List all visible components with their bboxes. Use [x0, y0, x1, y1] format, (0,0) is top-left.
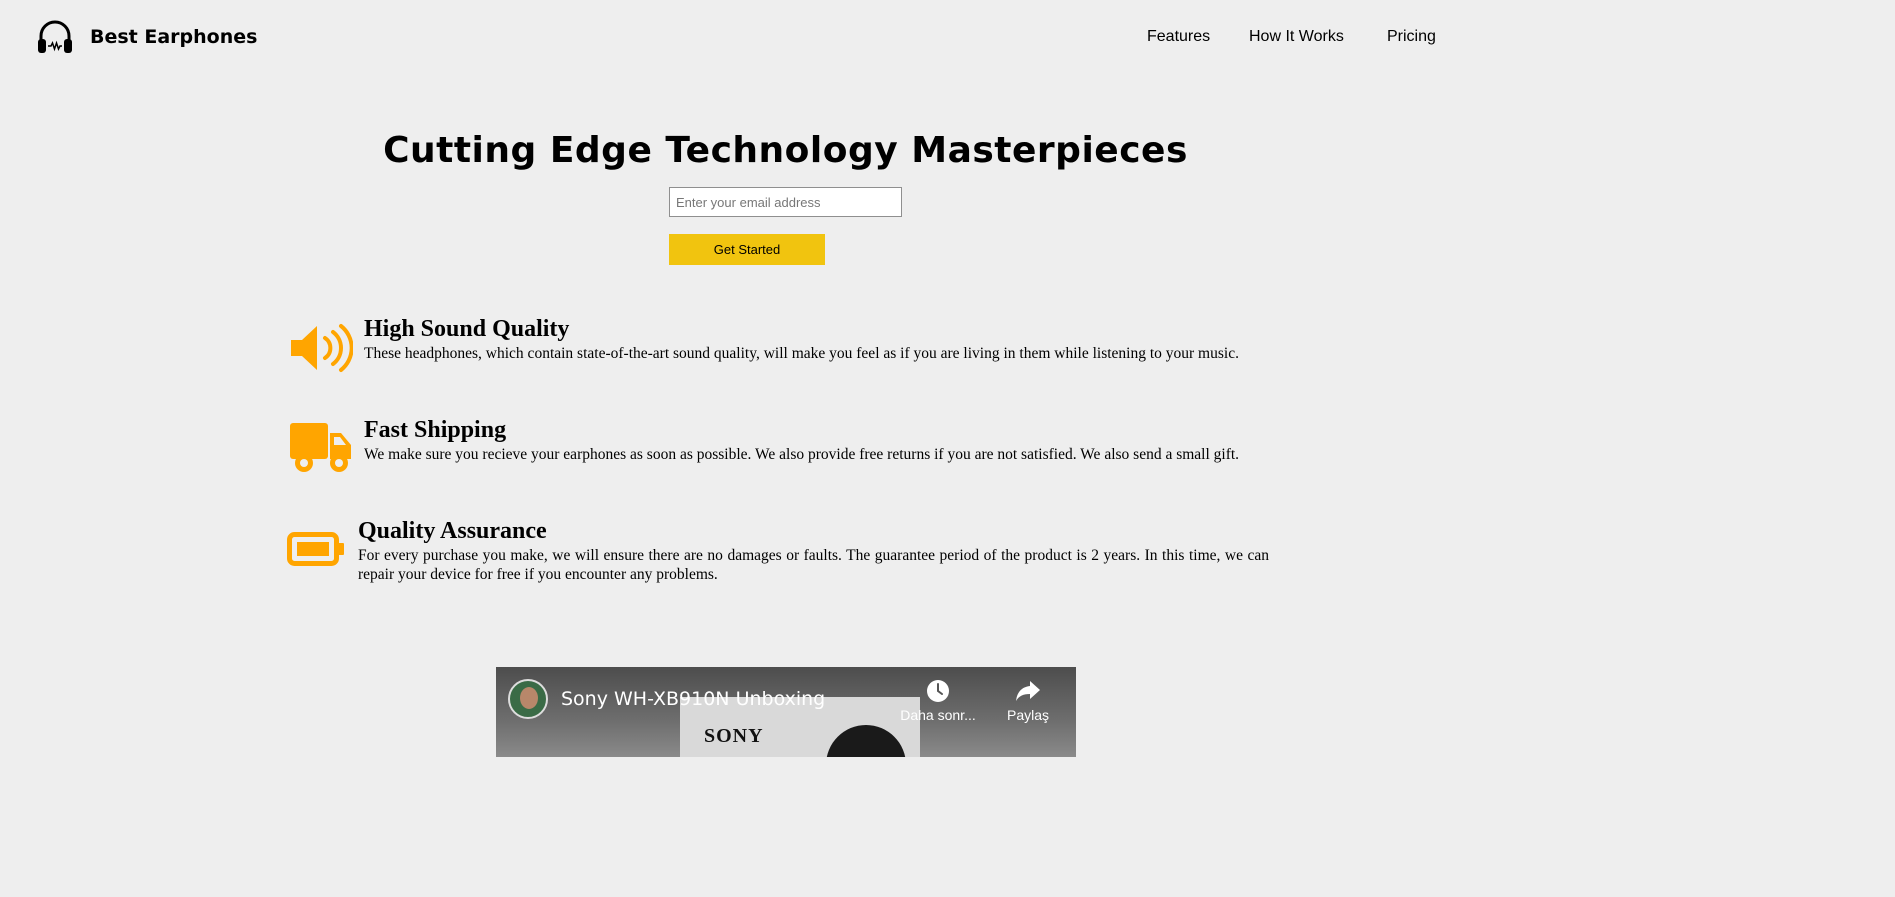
share-button[interactable]: Paylaş [988, 679, 1068, 723]
nav-link-features[interactable]: Features [1147, 28, 1210, 46]
email-field[interactable] [669, 187, 902, 217]
video-title[interactable]: Sony WH-XB910N Unboxing [561, 688, 825, 710]
video-brand-text: SONY [704, 725, 764, 747]
share-arrow-icon [1016, 681, 1040, 701]
feature-title: High Sound Quality [364, 316, 570, 342]
feature-text: These headphones, which contain state-of… [364, 345, 1239, 362]
speaker-volume-icon [291, 324, 353, 372]
nav-link-how-it-works[interactable]: How It Works [1249, 28, 1344, 46]
feature-sound-quality: High Sound Quality These headphones, whi… [0, 316, 1568, 386]
clock-icon [927, 680, 949, 702]
watch-later-label: Daha sonr... [900, 707, 976, 723]
feature-title: Quality Assurance [358, 518, 547, 544]
watch-later-button[interactable]: Daha sonr... [898, 679, 978, 723]
feature-fast-shipping: Fast Shipping We make sure you recieve y… [0, 417, 1568, 487]
feature-text: For every purchase you make, we will ens… [358, 547, 1269, 583]
channel-avatar[interactable] [508, 679, 548, 719]
hero-title: Cutting Edge Technology Masterpieces [383, 130, 1188, 171]
feature-text: We make sure you recieve your earphones … [364, 446, 1240, 463]
avatar-face [520, 687, 538, 709]
get-started-button[interactable]: Get Started [669, 234, 825, 265]
headphones-icon[interactable] [36, 18, 74, 56]
battery-icon [287, 532, 344, 566]
nav-link-pricing[interactable]: Pricing [1387, 28, 1436, 46]
feature-quality-assurance: Quality Assurance For every purchase you… [0, 518, 1568, 588]
site-header: Best Earphones Features How It Works Pri… [0, 0, 1568, 76]
feature-title: Fast Shipping [364, 417, 507, 443]
share-label: Paylaş [1006, 707, 1050, 723]
brand-name: Best Earphones [90, 26, 258, 48]
video-embed[interactable]: SONY Sony WH-XB910N Unboxing Daha sonr..… [496, 667, 1076, 757]
truck-icon [290, 423, 351, 472]
